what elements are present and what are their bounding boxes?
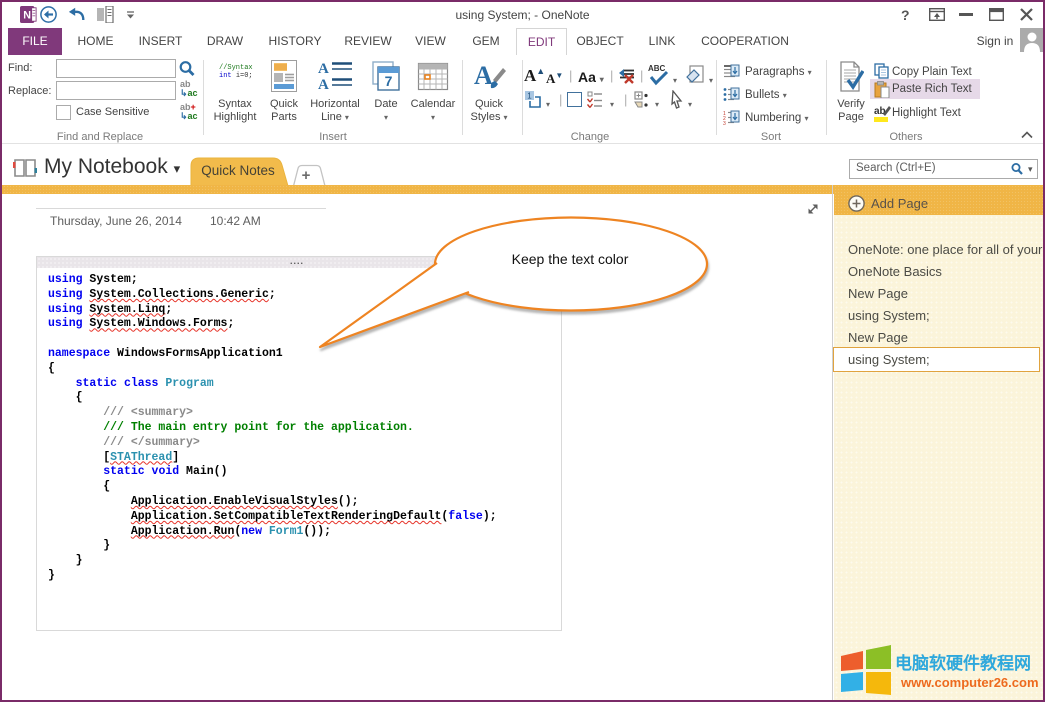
svg-text:A: A [318, 61, 329, 77]
svg-text:3: 3 [723, 121, 726, 126]
svg-text:ABC: ABC [648, 64, 666, 73]
svg-text:ab: ab [874, 106, 886, 117]
svg-text:1: 1 [527, 92, 532, 101]
svg-text:7: 7 [385, 73, 393, 89]
svg-text:A: A [474, 61, 493, 90]
svg-text:A: A [318, 77, 329, 92]
svg-text:N: N [23, 10, 31, 22]
